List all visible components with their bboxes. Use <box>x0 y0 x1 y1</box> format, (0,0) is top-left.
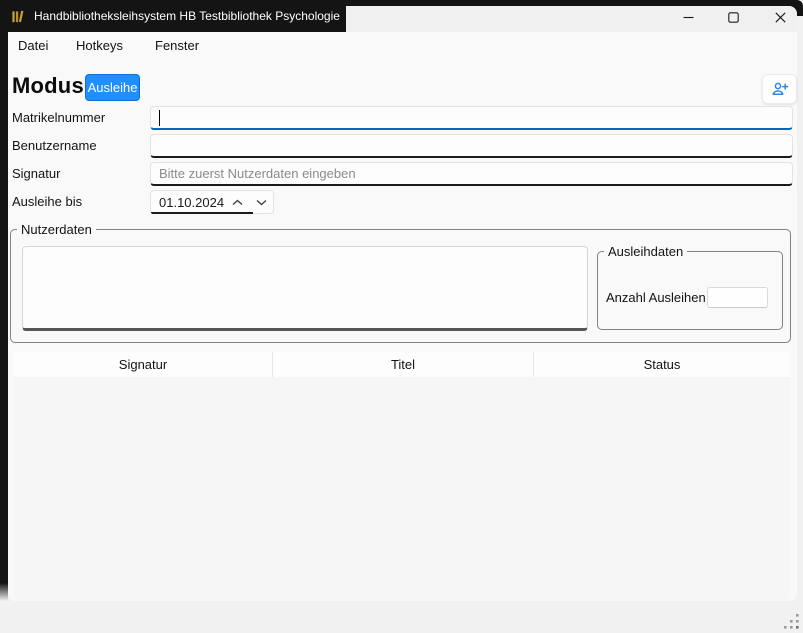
date-underline <box>151 212 253 214</box>
nutzerdaten-textarea[interactable] <box>22 246 588 331</box>
matrikelnummer-label: Matrikelnummer <box>12 106 105 130</box>
benutzername-input[interactable] <box>150 134 793 158</box>
maximize-button[interactable] <box>716 5 750 29</box>
table-header-status[interactable]: Status <box>533 352 790 377</box>
add-user-button[interactable] <box>762 74 797 104</box>
anzahl-ausleihen-label: Anzahl Ausleihen <box>606 290 706 305</box>
menu-item-hotkeys[interactable]: Hotkeys <box>76 38 123 53</box>
maximize-icon <box>728 12 739 23</box>
ausleihe-bis-value: 01.10.2024 <box>151 195 225 210</box>
menu-item-fenster[interactable]: Fenster <box>155 38 199 53</box>
date-spin-up-button[interactable] <box>225 191 249 213</box>
window-frame-left <box>0 0 8 601</box>
chevron-down-icon <box>256 199 267 206</box>
table-header-row: Signatur Titel Status <box>14 352 790 377</box>
nutzerdaten-legend: Nutzerdaten <box>17 222 96 237</box>
anzahl-ausleihen-input[interactable] <box>707 287 768 308</box>
table-header-signatur[interactable]: Signatur <box>14 352 272 377</box>
person-add-icon <box>771 81 789 97</box>
window-title: Handbibliotheksleihsystem HB Testbibliot… <box>34 9 340 23</box>
text-caret <box>159 110 160 126</box>
minimize-icon <box>683 12 694 23</box>
date-spin-down-button[interactable] <box>249 191 273 213</box>
benutzername-label: Benutzername <box>12 134 97 158</box>
table-body <box>14 377 790 601</box>
close-button[interactable] <box>763 5 797 29</box>
signatur-label: Signatur <box>12 162 60 186</box>
ausleihe-bis-datepicker[interactable]: 01.10.2024 <box>150 190 274 214</box>
app-icon <box>11 9 26 24</box>
mode-ausleihe-button[interactable]: Ausleihe <box>85 74 140 101</box>
matrikelnummer-input[interactable] <box>150 106 793 130</box>
minimize-button[interactable] <box>671 5 705 29</box>
resize-grip-icon[interactable] <box>783 613 801 631</box>
ausleihe-bis-label: Ausleihe bis <box>12 190 82 214</box>
titlebar: Handbibliotheksleihsystem HB Testbibliot… <box>0 0 346 32</box>
mode-heading: Modus <box>12 73 84 99</box>
menu-item-datei[interactable]: Datei <box>18 38 48 53</box>
signatur-input[interactable] <box>150 162 793 186</box>
chevron-up-icon <box>232 199 243 206</box>
table-header-titel[interactable]: Titel <box>272 352 533 377</box>
ausleihdaten-legend: Ausleihdaten <box>604 244 687 259</box>
close-icon <box>775 12 786 23</box>
